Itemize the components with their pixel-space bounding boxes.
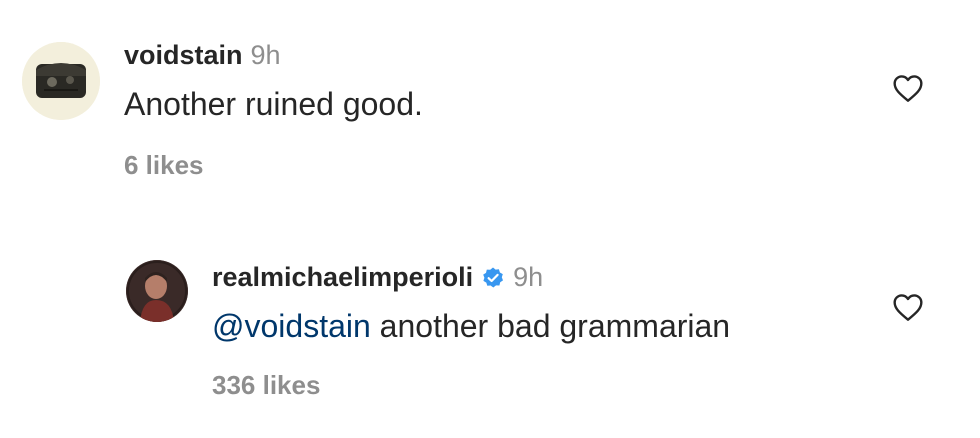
- comment-header: voidstain 9h: [124, 40, 281, 71]
- mention-link[interactable]: @voidstain: [212, 308, 371, 344]
- comment-text: @voidstain another bad grammarian: [212, 308, 730, 345]
- timestamp[interactable]: 9h: [513, 262, 543, 293]
- heart-icon[interactable]: [892, 292, 924, 327]
- comment: voidstain 9h Another ruined good. 6 like…: [0, 0, 980, 220]
- likes-count[interactable]: 6 likes: [124, 150, 204, 181]
- timestamp[interactable]: 9h: [251, 40, 281, 71]
- avatar-realmichaelimperioli[interactable]: [126, 260, 188, 322]
- avatar-image: [22, 42, 100, 120]
- likes-count[interactable]: 336 likes: [212, 370, 320, 401]
- reply-comment: realmichaelimperioli 9h @voidstain anoth…: [0, 220, 980, 438]
- heart-icon[interactable]: [892, 73, 924, 108]
- username[interactable]: realmichaelimperioli: [212, 262, 473, 293]
- comment-header: realmichaelimperioli 9h: [212, 262, 543, 293]
- verified-badge-icon: [481, 266, 505, 290]
- comment-text: Another ruined good.: [124, 86, 423, 122]
- avatar-image: [126, 260, 188, 322]
- avatar-voidstain[interactable]: [22, 42, 100, 120]
- username[interactable]: voidstain: [124, 40, 243, 71]
- comment-text-body: another bad grammarian: [370, 308, 731, 344]
